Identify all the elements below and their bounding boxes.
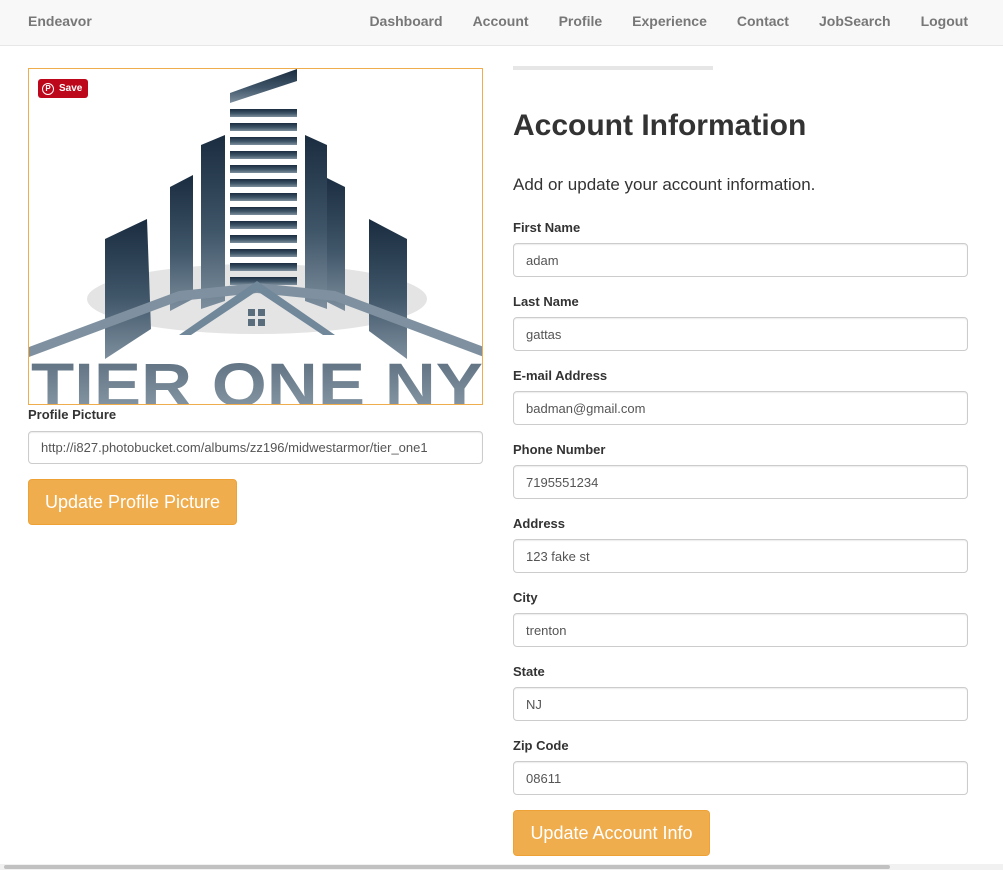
horizontal-scrollbar[interactable] xyxy=(0,864,1003,870)
nav-profile[interactable]: Profile xyxy=(559,13,603,29)
section-divider xyxy=(513,66,713,70)
update-account-info-button[interactable]: Update Account Info xyxy=(513,810,710,856)
nav-contact[interactable]: Contact xyxy=(737,13,789,29)
logo-wordmark: TIER ONE NY xyxy=(31,351,483,405)
update-profile-picture-button[interactable]: Update Profile Picture xyxy=(28,479,237,525)
last-name-input[interactable] xyxy=(513,317,968,351)
phone-input[interactable] xyxy=(513,465,968,499)
nav-experience[interactable]: Experience xyxy=(632,13,707,29)
scrollbar-thumb[interactable] xyxy=(4,865,890,869)
first-name-input[interactable] xyxy=(513,243,968,277)
address-label: Address xyxy=(513,516,566,531)
pinterest-save-label: Save xyxy=(59,83,83,94)
pinterest-icon: P xyxy=(42,82,54,95)
phone-label: Phone Number xyxy=(513,442,606,457)
nav-logout[interactable]: Logout xyxy=(921,13,968,29)
city-label: City xyxy=(513,590,538,605)
state-input[interactable] xyxy=(513,687,968,721)
email-input[interactable] xyxy=(513,391,968,425)
brand-link[interactable]: Endeavor xyxy=(28,13,92,29)
profile-picture-label: Profile Picture xyxy=(28,407,117,422)
profile-image: TIER ONE NY P Save xyxy=(28,68,483,405)
nav-dashboard[interactable]: Dashboard xyxy=(369,13,442,29)
last-name-label: Last Name xyxy=(513,294,579,309)
nav-jobsearch[interactable]: JobSearch xyxy=(819,13,891,29)
page-title: Account Information xyxy=(513,109,807,142)
top-navbar: Endeavor Dashboard Account Profile Exper… xyxy=(0,0,1003,46)
email-label: E-mail Address xyxy=(513,368,608,383)
profile-picture-url-input[interactable] xyxy=(28,431,483,464)
nav-account[interactable]: Account xyxy=(473,13,529,29)
city-input[interactable] xyxy=(513,613,968,647)
address-input[interactable] xyxy=(513,539,968,573)
pinterest-save-button[interactable]: P Save xyxy=(38,79,89,98)
first-name-label: First Name xyxy=(513,220,581,235)
nav-links: Dashboard Account Profile Experience Con… xyxy=(369,13,968,29)
zip-code-input[interactable] xyxy=(513,761,968,795)
state-label: State xyxy=(513,664,545,679)
tier-one-ny-logo: TIER ONE NY xyxy=(29,69,483,405)
page-subtitle: Add or update your account information. xyxy=(513,175,816,194)
zip-code-label: Zip Code xyxy=(513,738,569,753)
